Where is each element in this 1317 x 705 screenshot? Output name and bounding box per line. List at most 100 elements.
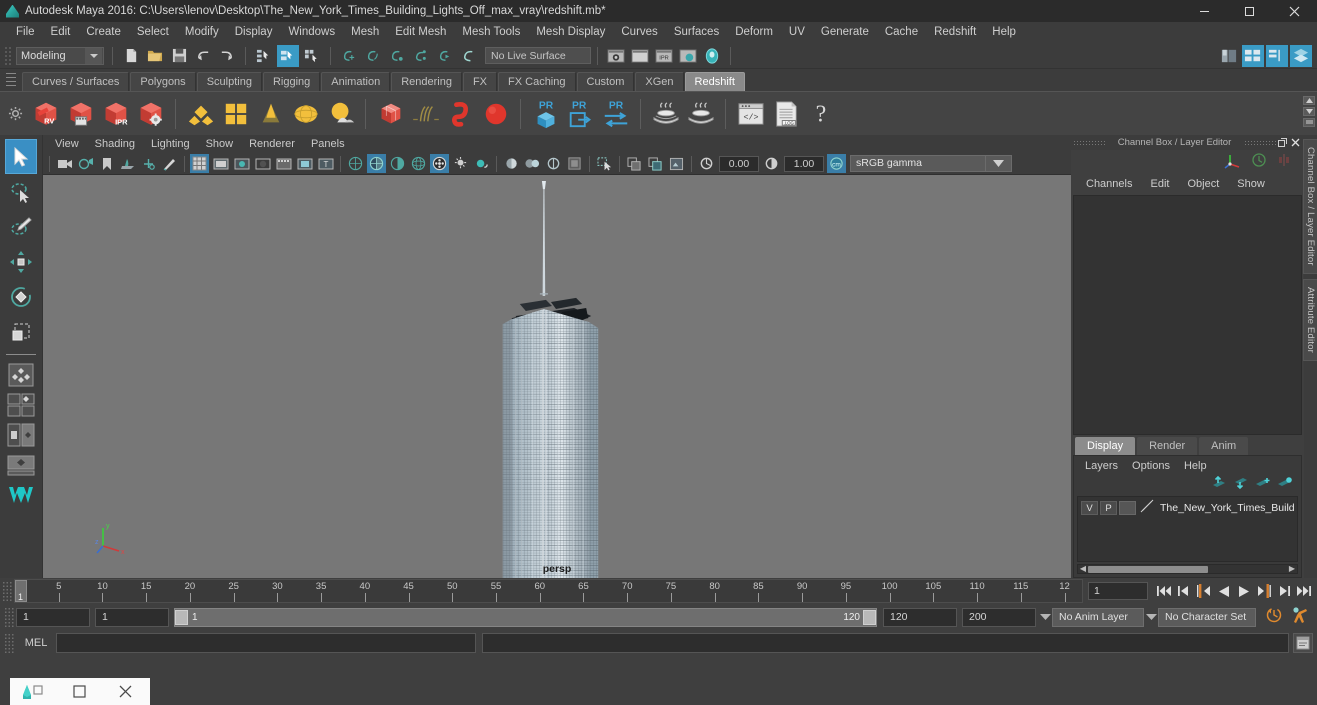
shelf-redshift-pr-object-icon[interactable]: PR bbox=[529, 95, 562, 133]
viewport-menu-lighting[interactable]: Lighting bbox=[143, 135, 198, 153]
step-forward-frame-icon[interactable] bbox=[1274, 581, 1293, 601]
time-slider-cursor[interactable]: 1 bbox=[15, 580, 27, 602]
shelf-redshift-bake-icon[interactable] bbox=[649, 95, 682, 133]
select-by-hierarchy-icon[interactable] bbox=[253, 45, 275, 67]
display-layer-list[interactable]: V P The_New_York_Times_Build bbox=[1077, 496, 1298, 562]
shelf-redshift-ipr-icon[interactable]: IPR bbox=[99, 95, 132, 133]
layer-tab-render[interactable]: Render bbox=[1137, 437, 1198, 455]
menu-cache[interactable]: Cache bbox=[877, 22, 926, 43]
character-set-field[interactable]: No Character Set bbox=[1158, 607, 1256, 627]
layer-list-horizontal-scrollbar[interactable]: ◀ ▶ bbox=[1077, 564, 1298, 574]
scroll-left-icon[interactable]: ◀ bbox=[1078, 565, 1088, 573]
shelf-redshift-sphere-icon[interactable] bbox=[479, 95, 512, 133]
undo-icon[interactable] bbox=[192, 45, 214, 67]
open-scene-icon[interactable] bbox=[144, 45, 166, 67]
anim-layer-field[interactable]: No Anim Layer bbox=[1052, 607, 1144, 627]
menu-create[interactable]: Create bbox=[78, 22, 129, 43]
copy-view-icon[interactable] bbox=[646, 154, 665, 173]
range-slider-right-handle[interactable] bbox=[863, 609, 876, 625]
menu-generate[interactable]: Generate bbox=[813, 22, 877, 43]
shelf-tab-fx[interactable]: FX bbox=[462, 72, 498, 91]
safe-action-icon[interactable] bbox=[295, 154, 314, 173]
move-layer-down-icon[interactable] bbox=[1233, 476, 1249, 495]
scrollbar-thumb[interactable] bbox=[1088, 565, 1208, 573]
menu-deform[interactable]: Deform bbox=[727, 22, 781, 43]
layer-row[interactable]: V P The_New_York_Times_Build bbox=[1078, 499, 1297, 516]
xray-icon[interactable] bbox=[502, 154, 521, 173]
channel-box-content[interactable] bbox=[1073, 195, 1302, 435]
perspective-viewport[interactable]: persp y x z bbox=[43, 175, 1071, 578]
xray-joints-icon[interactable] bbox=[523, 154, 542, 173]
menu-surfaces[interactable]: Surfaces bbox=[666, 22, 727, 43]
menu-windows[interactable]: Windows bbox=[280, 22, 343, 43]
toggle-tool-settings-icon[interactable] bbox=[1218, 45, 1240, 67]
select-tool-icon[interactable] bbox=[5, 139, 37, 174]
ipr-render-icon[interactable]: IPR bbox=[653, 45, 675, 67]
play-backwards-icon[interactable] bbox=[1214, 581, 1233, 601]
shelf-tab-rigging[interactable]: Rigging bbox=[262, 72, 321, 91]
layer-playback-toggle[interactable]: P bbox=[1100, 501, 1117, 515]
speed-toggle-icon[interactable] bbox=[1251, 152, 1267, 173]
shelf-redshift-render-sequence-icon[interactable] bbox=[64, 95, 97, 133]
gamma-value-field[interactable]: 1.00 bbox=[784, 155, 824, 172]
xray-active-components-icon[interactable] bbox=[544, 154, 563, 173]
menu-display[interactable]: Display bbox=[227, 22, 281, 43]
gamma-icon[interactable] bbox=[762, 154, 781, 173]
shelf-redshift-bake-all-icon[interactable] bbox=[684, 95, 717, 133]
shelf-tab-custom[interactable]: Custom bbox=[576, 72, 635, 91]
menu-mesh-display[interactable]: Mesh Display bbox=[528, 22, 613, 43]
shelf-scroll-up-icon[interactable] bbox=[1303, 96, 1315, 105]
gate-mask-icon[interactable] bbox=[253, 154, 272, 173]
shelf-tab-curves-surfaces[interactable]: Curves / Surfaces bbox=[22, 72, 130, 91]
panel-grip-left[interactable] bbox=[1073, 139, 1105, 146]
shelf-options-gear-icon[interactable] bbox=[2, 106, 28, 121]
viewport-menu-view[interactable]: View bbox=[47, 135, 87, 153]
maya-taskbar-icon[interactable] bbox=[10, 683, 56, 701]
shelf-tab-fx-caching[interactable]: FX Caching bbox=[498, 72, 576, 91]
range-slider[interactable]: 1 120 bbox=[174, 607, 877, 627]
color-space-dropdown-icon[interactable] bbox=[986, 155, 1012, 172]
shelf-redshift-dome-light-icon[interactable] bbox=[289, 95, 322, 133]
render-view-icon[interactable] bbox=[605, 45, 627, 67]
channel-menu-object[interactable]: Object bbox=[1178, 178, 1228, 190]
lasso-select-tool-icon[interactable] bbox=[5, 174, 37, 209]
snap-to-curve-icon[interactable] bbox=[362, 45, 384, 67]
scale-tool-icon[interactable] bbox=[5, 314, 37, 349]
anim-layer-dropdown-icon[interactable] bbox=[1038, 608, 1052, 627]
shelf-redshift-volume-icon[interactable] bbox=[444, 95, 477, 133]
snap-to-view-planes-icon[interactable] bbox=[434, 45, 456, 67]
new-layer-from-selected-icon[interactable] bbox=[1277, 476, 1293, 495]
shelf-redshift-script-editor-icon[interactable]: </> bbox=[734, 95, 767, 133]
shelf-tab-animation[interactable]: Animation bbox=[321, 72, 391, 91]
snap-to-grid-icon[interactable] bbox=[338, 45, 360, 67]
command-line-grip[interactable] bbox=[4, 633, 14, 653]
2d-pan-zoom-icon[interactable] bbox=[139, 154, 158, 173]
command-input-field[interactable] bbox=[56, 633, 476, 653]
viewport-menu-panels[interactable]: Panels bbox=[303, 135, 353, 153]
select-by-object-icon[interactable] bbox=[277, 44, 299, 67]
shelf-tab-rendering[interactable]: Rendering bbox=[391, 72, 462, 91]
panel-grip-right[interactable] bbox=[1244, 139, 1276, 146]
color-space-field[interactable]: sRGB gamma bbox=[850, 155, 986, 172]
view-transform-toggle-icon[interactable]: cm bbox=[827, 154, 846, 173]
screen-space-ao-icon[interactable] bbox=[472, 154, 491, 173]
shelf-redshift-render-settings-icon[interactable] bbox=[134, 95, 167, 133]
shaded-wireframe-icon[interactable] bbox=[388, 154, 407, 173]
statusline-grip[interactable] bbox=[4, 45, 13, 66]
menu-mesh-tools[interactable]: Mesh Tools bbox=[454, 22, 528, 43]
redo-icon[interactable] bbox=[216, 45, 238, 67]
shelf-redshift-area-light-icon[interactable] bbox=[184, 95, 217, 133]
range-slider-left-handle[interactable] bbox=[175, 609, 188, 625]
layer-menu-help[interactable]: Help bbox=[1177, 460, 1214, 472]
manipulator-axis-icon[interactable] bbox=[1224, 151, 1242, 174]
move-layer-up-icon[interactable] bbox=[1211, 475, 1227, 495]
maximize-button[interactable] bbox=[1227, 0, 1272, 22]
rotate-tool-icon[interactable] bbox=[5, 279, 37, 314]
shadows-icon[interactable] bbox=[451, 154, 470, 173]
channel-menu-channels[interactable]: Channels bbox=[1077, 178, 1141, 190]
shelf-scroll-down-icon[interactable] bbox=[1303, 107, 1315, 116]
undock-icon[interactable] bbox=[1276, 137, 1289, 149]
wireframe-icon[interactable] bbox=[346, 154, 365, 173]
playback-end-time-field[interactable]: 120 bbox=[883, 607, 957, 627]
time-slider[interactable]: 1 5 10 15 20 25 30 35 40 45 50 55 60 65 70 75 80 85 90 95 1… bbox=[14, 579, 1083, 603]
